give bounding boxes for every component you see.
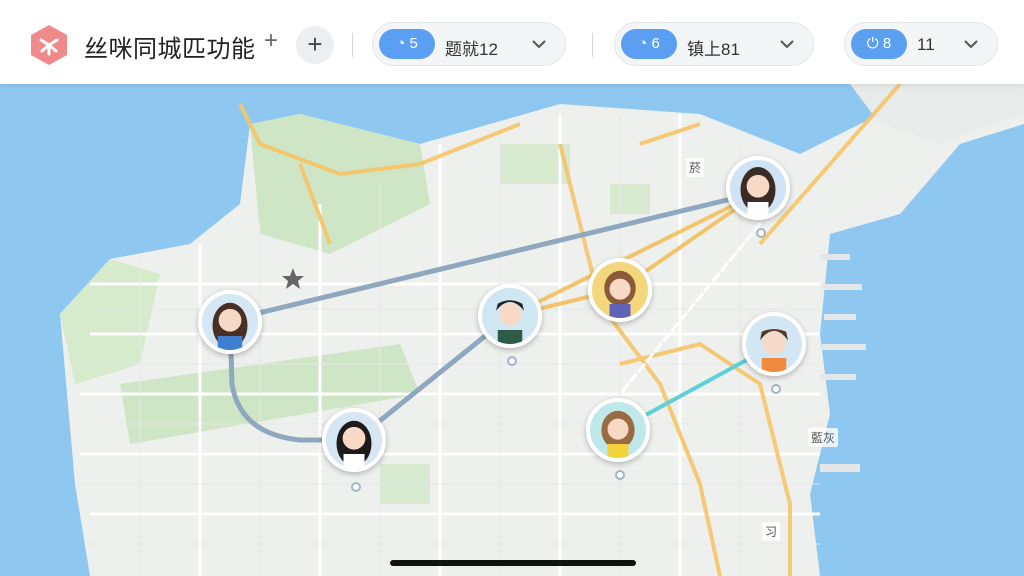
user-avatar[interactable] <box>198 290 262 354</box>
chevron-down-icon <box>780 40 794 49</box>
user-avatar[interactable] <box>586 398 650 462</box>
user-avatar[interactable] <box>726 156 790 220</box>
divider <box>352 33 353 57</box>
home-indicator[interactable] <box>390 560 636 566</box>
filter-label: 镇上81 <box>687 40 740 59</box>
user-avatar[interactable] <box>322 408 386 472</box>
power-icon: ⏻ <box>866 35 879 52</box>
user-avatar[interactable] <box>478 284 542 348</box>
filter-label: 题就12 <box>445 40 498 59</box>
map-label: 习 <box>762 522 781 541</box>
filter-pill: ◔ 5 <box>379 29 435 59</box>
filter-pill: ◔ 6 <box>621 29 677 59</box>
filter-dropdown-2[interactable]: ◔ 6 镇上81 <box>614 22 814 66</box>
timer-icon: ◔ <box>638 35 648 52</box>
top-bar: 丝咪同城匹功能 + + ◔ 5 题就12 ◔ 6 镇上81 ⏻ 8 11 <box>0 0 1024 84</box>
user-avatar[interactable] <box>742 312 806 376</box>
filter-dropdown-1[interactable]: ◔ 5 题就12 <box>372 22 566 66</box>
map-label: 藍灰 <box>808 428 839 447</box>
city-map[interactable]: 菸 藍灰 习 <box>0 84 1024 576</box>
add-icon[interactable]: + <box>264 27 278 55</box>
location-pin <box>507 356 517 366</box>
filter-dropdown-3[interactable]: ⏻ 8 11 <box>844 22 998 66</box>
location-pin <box>771 384 781 394</box>
location-pin <box>615 470 625 480</box>
location-pin <box>756 228 766 238</box>
user-avatar[interactable] <box>588 258 652 322</box>
filter-label: 11 <box>917 35 935 54</box>
timer-icon: ◔ <box>396 35 406 52</box>
filter-pill: ⏻ 8 <box>851 29 907 59</box>
add-button[interactable]: + <box>296 26 334 64</box>
divider <box>592 33 593 57</box>
page-title: 丝咪同城匹功能 <box>84 35 256 63</box>
map-label: 菸 <box>686 158 705 177</box>
location-pin <box>351 482 361 492</box>
chevron-down-icon <box>532 40 546 49</box>
app-logo-icon <box>28 24 70 66</box>
chevron-down-icon <box>964 40 978 49</box>
